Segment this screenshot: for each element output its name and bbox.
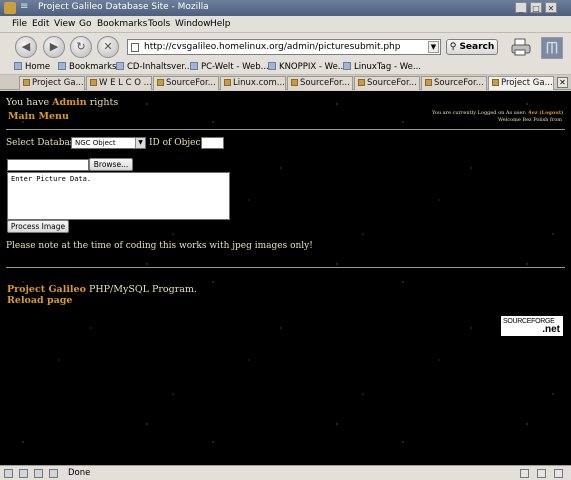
chevron-down-icon: ▼ — [135, 138, 145, 148]
bookmark-icon — [58, 62, 66, 70]
navigator-icon[interactable] — [4, 469, 13, 478]
main-menu-link[interactable]: Main Menu — [8, 111, 69, 122]
menu-window[interactable]: Window — [175, 19, 211, 29]
title-bar: ≡ Project Galileo Database Site - Mozill… — [0, 0, 571, 16]
page-icon — [131, 43, 139, 52]
reload-button[interactable]: ↻ — [70, 36, 92, 58]
window-menu-icon[interactable]: ≡ — [20, 1, 28, 12]
bookmark-icon — [268, 62, 276, 70]
tab-sourceforge-3[interactable]: SourceFor... — [354, 76, 420, 90]
project-galileo-link[interactable]: Project Galileo — [7, 284, 86, 295]
close-tab-icon[interactable]: ✕ — [557, 77, 568, 88]
popup-blocked-icon — [554, 469, 563, 478]
url-bar[interactable]: http://cvsgalileo.homelinux.org/admin/pi… — [127, 39, 441, 55]
mozilla-app-icon[interactable] — [4, 2, 16, 14]
process-image-button[interactable]: Process Image — [7, 220, 69, 233]
tab-favicon — [425, 79, 432, 86]
tab-bar: Project Ga... W E L C O ... SourceFor...… — [0, 75, 571, 90]
menu-bookmarks[interactable]: Bookmarks — [97, 19, 147, 29]
welcome-text: Welcome Bez Polish from — [498, 117, 562, 123]
security-icon — [537, 469, 546, 478]
print-icon[interactable] — [510, 38, 532, 56]
tab-welcome[interactable]: W E L C O ... — [86, 76, 152, 90]
admin-role-label: Admin — [52, 97, 87, 108]
database-select[interactable]: NGC Object ▼ — [71, 137, 146, 149]
tab-sourceforge-4[interactable]: SourceFor... — [421, 76, 487, 90]
minimize-button[interactable]: _ — [515, 2, 527, 13]
tab-favicon — [492, 79, 499, 86]
menu-bar: File Edit View Go Bookmarks Tools Window… — [0, 16, 571, 33]
sourceforge-logo[interactable]: SOURCEFORGE .net — [501, 316, 563, 336]
admin-rights-text: You have Admin rights — [6, 97, 119, 108]
bookmark-icon — [190, 62, 198, 70]
jpeg-note: Please note at the time of coding this w… — [6, 241, 313, 251]
divider-top — [6, 129, 565, 130]
url-dropdown-icon[interactable]: ▼ — [428, 41, 439, 53]
menu-tools[interactable]: Tools — [148, 19, 170, 29]
search-button[interactable]: ⚲ Search — [446, 39, 498, 55]
page-content: You have Admin rights Main Menu You are … — [0, 91, 571, 465]
back-button[interactable]: ◀ — [15, 36, 37, 58]
search-icon: ⚲ — [449, 42, 460, 52]
status-text: Done — [68, 468, 91, 478]
url-text: http://cvsgalileo.homelinux.org/admin/pi… — [144, 42, 401, 52]
tab-favicon — [224, 79, 231, 86]
picture-data-textarea[interactable]: Enter Picture Data. — [7, 172, 230, 220]
object-id-input[interactable] — [201, 137, 224, 149]
maximize-button[interactable]: □ — [530, 2, 542, 13]
bookmark-home[interactable]: Home — [14, 62, 50, 72]
tab-project-galileo-active[interactable]: Project Ga... — [488, 76, 554, 90]
reload-page-link[interactable]: Reload page — [7, 295, 72, 306]
home-icon — [14, 62, 22, 70]
tab-favicon — [157, 79, 164, 86]
logout-link[interactable]: (Logout) — [539, 110, 563, 116]
select-database-label: Select Database — [6, 138, 80, 148]
window-title: Project Galileo Database Site - Mozilla — [38, 2, 209, 12]
menu-view[interactable]: View — [54, 19, 75, 29]
status-bar: Done — [0, 465, 571, 480]
forward-button[interactable]: ▶ — [43, 36, 65, 58]
footer-line: Project Galileo PHP/MySQL Program. — [7, 284, 197, 295]
tab-linux-com[interactable]: Linux.com... — [220, 76, 286, 90]
address-book-icon[interactable] — [49, 469, 58, 478]
tab-project-galileo[interactable]: Project Ga... — [19, 76, 85, 90]
tab-favicon — [90, 79, 97, 86]
bookmark-pc-welt[interactable]: PC-Welt - Web... — [190, 62, 269, 72]
tab-favicon — [291, 79, 298, 86]
database-select-value: NGC Object — [75, 139, 116, 147]
bookmark-knoppix[interactable]: KNOPPIX - We... — [268, 62, 346, 72]
footer-program-text: PHP/MySQL Program. — [88, 284, 197, 295]
browse-button[interactable]: Browse... — [89, 158, 133, 171]
tab-sourceforge-1[interactable]: SourceFor... — [153, 76, 219, 90]
bookmark-linuxtag[interactable]: LinuxTag - We... — [343, 62, 421, 72]
bookmark-bookmarks[interactable]: Bookmarks — [58, 62, 117, 72]
tab-favicon — [23, 79, 30, 86]
work-offline-icon[interactable] — [520, 469, 529, 478]
logged-in-status: You are currently Logged on As user: 4ez… — [432, 110, 564, 116]
menu-file[interactable]: File — [12, 19, 27, 29]
close-window-button[interactable]: ✕ — [545, 2, 557, 13]
composer-icon[interactable] — [34, 469, 43, 478]
tab-sourceforge-2[interactable]: SourceFor... — [287, 76, 353, 90]
object-id-label: ID of Object — [149, 138, 205, 148]
bookmarks-toolbar: Home Bookmarks CD-Inhaltsver... PC-Welt … — [0, 60, 571, 75]
navigation-toolbar: ◀ ▶ ↻ ✕ http://cvsgalileo.homelinux.org/… — [0, 33, 571, 60]
sourceforge-logo-net: .net — [542, 324, 560, 335]
bookmark-cd-inhaltsver[interactable]: CD-Inhaltsver... — [116, 62, 192, 72]
file-path-input[interactable] — [7, 159, 89, 171]
tab-favicon — [358, 79, 365, 86]
mozilla-throbber-icon[interactable] — [541, 37, 563, 59]
menu-go[interactable]: Go — [79, 19, 91, 29]
menu-edit[interactable]: Edit — [32, 19, 49, 29]
bookmark-icon — [343, 62, 351, 70]
mail-icon[interactable] — [19, 469, 28, 478]
search-button-label: Search — [459, 42, 495, 52]
logged-user: 4ez — [528, 110, 538, 116]
stop-button[interactable]: ✕ — [97, 36, 119, 58]
bookmark-icon — [116, 62, 124, 70]
divider-bottom — [6, 267, 565, 268]
menu-help[interactable]: Help — [210, 19, 231, 29]
